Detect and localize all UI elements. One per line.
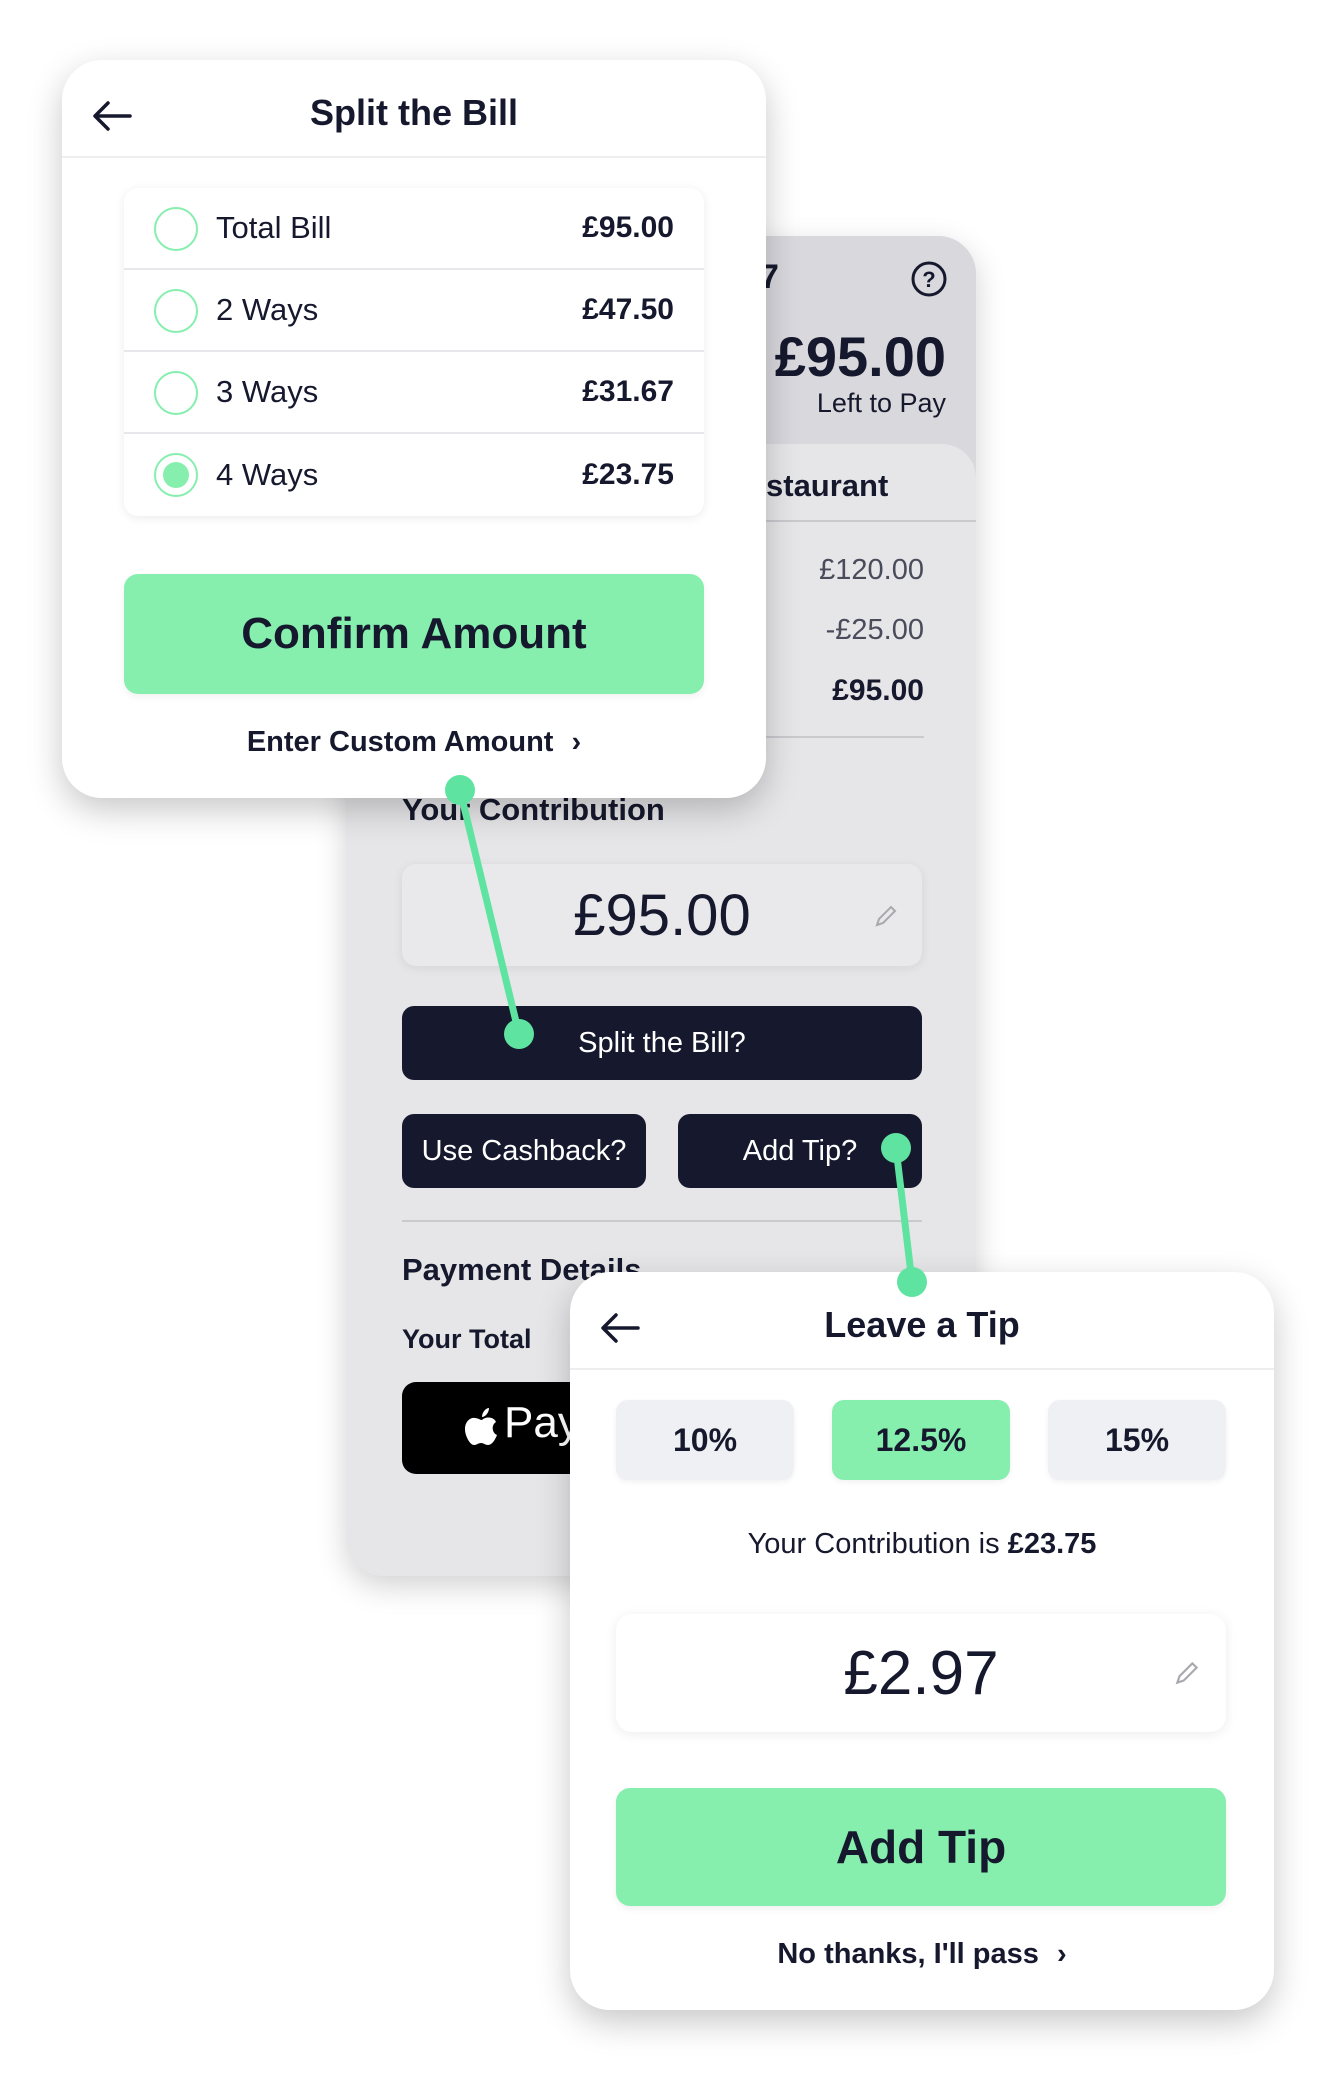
connector-lines (445, 775, 927, 1297)
connector-tip-to-modal (881, 1133, 927, 1297)
connector-split-to-modal (445, 775, 534, 1049)
